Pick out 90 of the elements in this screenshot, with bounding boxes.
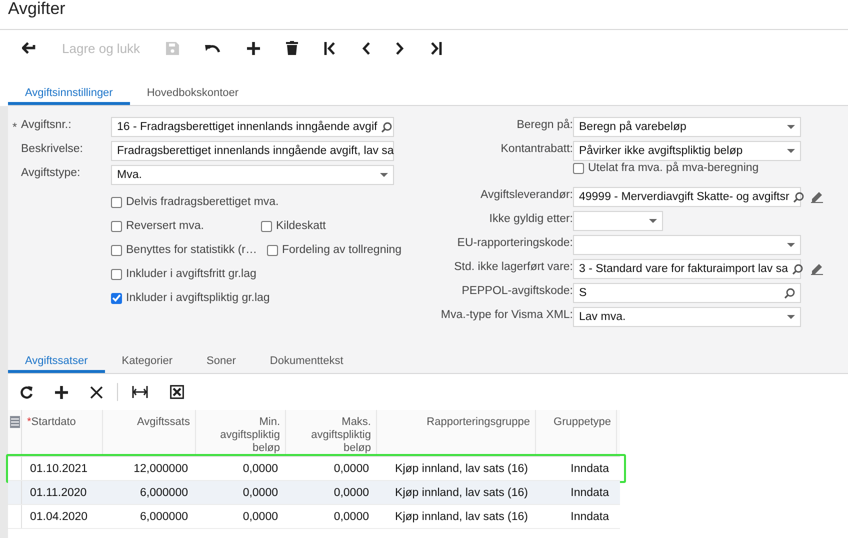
table-cell-text: 0,0000 — [242, 486, 279, 498]
pencil-icon[interactable] — [811, 264, 823, 274]
field-label: Kontantrabatt: — [500, 142, 573, 155]
table-cell-text: Kjøp innland, lav sats (16) — [394, 510, 529, 522]
table-cell-text: 0,0000 — [242, 510, 279, 522]
table-cell-text: Inndata — [570, 486, 610, 498]
field-label: Ikke gyldig etter: — [488, 212, 573, 225]
caret-icon[interactable] — [787, 243, 795, 247]
table-cell-text: 6,000000 — [139, 486, 189, 498]
table-cell-text: 0,0000 — [332, 486, 370, 498]
checkbox-box[interactable] — [267, 244, 278, 256]
field-label: Avgiftstype: — [21, 166, 82, 179]
fit-width-icon[interactable] — [132, 386, 148, 398]
table-cell-text: Kjøp innland, lav sats (16) — [394, 486, 529, 498]
page-title: Avgifter — [0, 0, 848, 30]
undo-icon[interactable] — [205, 43, 222, 53]
table-cell-text: Inndata — [570, 462, 610, 474]
field-label: Avgiftsleverandør: — [480, 188, 573, 201]
previous-icon[interactable] — [362, 42, 370, 54]
input-field[interactable] — [573, 235, 801, 255]
input-field[interactable]: Beregn på varebeløp — [573, 117, 801, 137]
tab[interactable]: Soner — [190, 352, 253, 373]
caret-icon[interactable] — [380, 173, 388, 177]
caret-icon[interactable] — [787, 125, 795, 129]
row-menu-icon[interactable] — [8, 410, 22, 456]
required-mark: * — [12, 120, 17, 134]
add-icon[interactable] — [247, 42, 260, 54]
table-cell-text: 0,0000 — [332, 462, 370, 474]
search-icon[interactable] — [792, 264, 804, 274]
table-cell-text: Inndata — [570, 510, 610, 522]
caret-icon[interactable] — [787, 315, 795, 319]
table-cell-text: 01.10.2021 — [29, 462, 89, 474]
column-header[interactable]: Maks. avgiftspliktig beløp — [286, 410, 377, 456]
next-icon[interactable] — [396, 42, 404, 54]
input-field[interactable]: Påvirker ikke avgiftspliktig beløp — [573, 141, 801, 161]
checkbox-label: Kildeskatt — [276, 220, 326, 232]
add-icon[interactable] — [55, 386, 68, 398]
search-icon[interactable] — [784, 288, 795, 298]
close-icon[interactable] — [90, 386, 103, 398]
field-label: Std. ikke lagerført vare: — [453, 260, 573, 273]
back-icon[interactable] — [22, 42, 36, 54]
tab[interactable]: Hovedbokskontoer — [130, 84, 256, 105]
column-header[interactable]: Avgiftssats — [103, 410, 196, 456]
caret-icon[interactable] — [649, 219, 657, 223]
input-field[interactable]: S — [573, 283, 801, 303]
checkbox-label: Reversert mva. — [126, 220, 204, 232]
table-cell-text: Kjøp innland, lav sats (16) — [394, 462, 529, 474]
input-field[interactable]: Lav mva. — [573, 307, 801, 327]
checkbox-box[interactable] — [111, 292, 122, 304]
tab[interactable]: Dokumenttekst — [252, 352, 360, 373]
search-icon[interactable] — [793, 192, 804, 202]
delete-icon[interactable] — [286, 41, 298, 55]
checkbox-box[interactable] — [573, 162, 584, 174]
table-cell-text: 01.11.2020 — [29, 486, 88, 498]
input-field[interactable] — [573, 211, 663, 231]
table-cell-text: 01.04.2020 — [29, 510, 89, 522]
field-label: Avgiftsnr.: — [21, 118, 72, 131]
input-field[interactable]: 16 - Fradragsberettiget innenlands inngående avgif — [111, 117, 394, 137]
tab[interactable]: Kategorier — [104, 352, 190, 373]
column-header[interactable]: *Startdato — [22, 410, 103, 456]
column-header[interactable]: Min. avgiftspliktig beløp — [196, 410, 286, 456]
pencil-icon[interactable] — [811, 192, 823, 202]
input-field[interactable]: 49999 - Merverdiavgift Skatte- og avgiftsr — [573, 187, 801, 207]
checkbox[interactable]: Reversert mva. — [111, 220, 251, 232]
field-label: EU-rapporteringskode: — [456, 236, 573, 249]
checkbox-box[interactable] — [111, 244, 122, 256]
input-field[interactable]: 3 - Standard vare for fakturaimport lav sa — [573, 259, 801, 279]
caret-icon[interactable] — [787, 149, 795, 153]
refresh-icon[interactable] — [20, 386, 33, 398]
table-cell-text: 12,000000 — [132, 462, 189, 474]
table-cell-text: 0,0000 — [332, 510, 370, 522]
table-cell-text: 6,000000 — [139, 510, 189, 522]
checkbox-box[interactable] — [111, 220, 122, 232]
first-record-icon[interactable] — [324, 42, 336, 54]
field-label: Beregn på: — [516, 118, 573, 131]
table-cell-text: 0,0000 — [242, 462, 279, 474]
input-field[interactable]: Mva. — [111, 165, 394, 185]
search-icon[interactable] — [381, 122, 392, 132]
export-icon[interactable] — [170, 385, 184, 399]
checkbox[interactable]: Kildeskatt — [261, 220, 401, 232]
last-record-icon[interactable] — [430, 42, 442, 54]
checkbox-box[interactable] — [111, 268, 122, 280]
field-label: PEPPOL-avgiftskode: — [460, 284, 573, 297]
input-field[interactable]: Fradragsberettiget innenlands inngående avgift, lav sa — [111, 141, 394, 161]
column-header[interactable]: Rapporteringsgruppe — [377, 410, 536, 456]
checkbox-box[interactable] — [111, 196, 122, 208]
field-label: Mva.-type for Visma XML: — [440, 308, 573, 321]
column-header[interactable]: Gruppetype — [536, 410, 617, 456]
checkbox-box[interactable] — [261, 220, 272, 232]
field-label: Beskrivelse: — [21, 142, 84, 155]
